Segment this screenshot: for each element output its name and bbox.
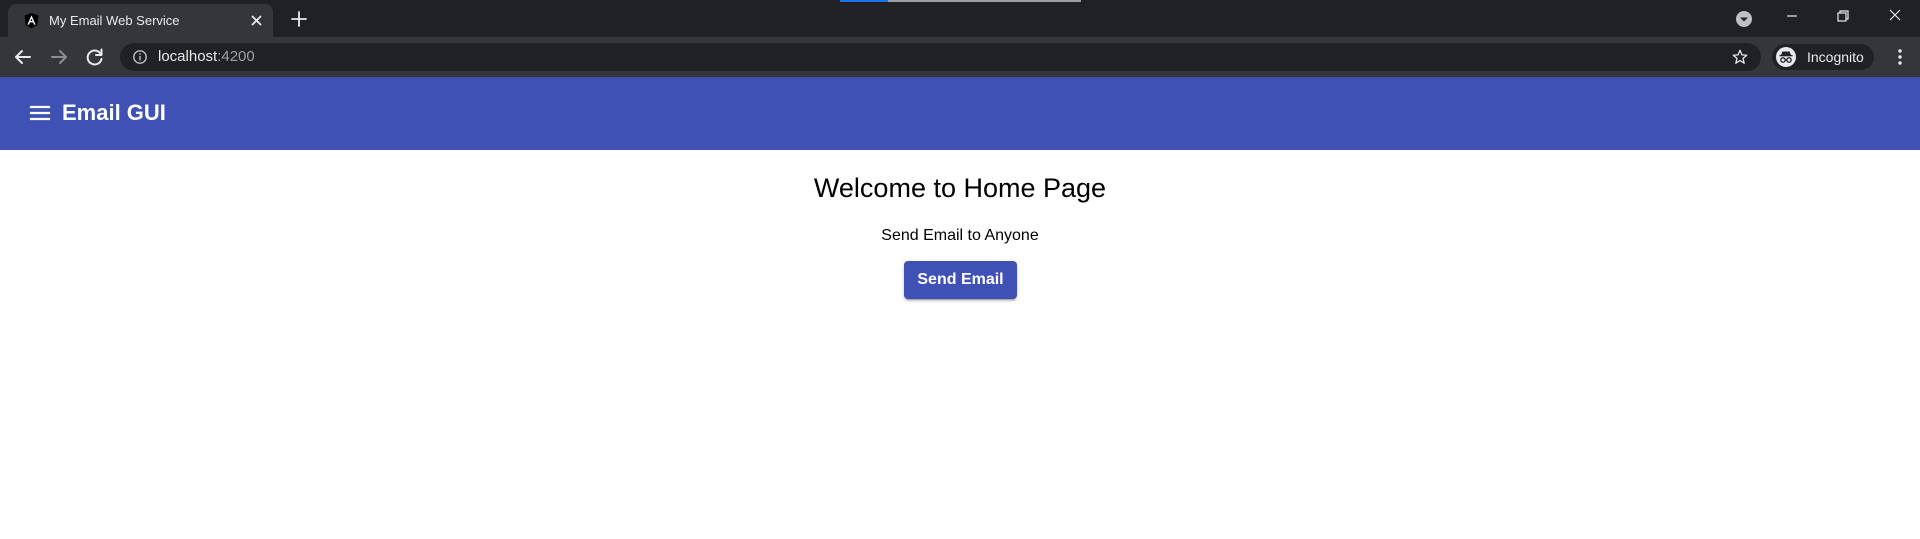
app-title: Email GUI — [62, 100, 166, 125]
info-icon[interactable] — [132, 49, 148, 65]
hamburger-menu-icon[interactable] — [28, 101, 52, 125]
angular-logo-icon — [24, 13, 39, 29]
app-toolbar: Email GUI — [0, 77, 1920, 150]
browser-tabstrip: My Email Web Service — [0, 0, 1920, 37]
browser-tab-active[interactable]: My Email Web Service — [8, 4, 273, 37]
minimize-icon[interactable] — [1780, 4, 1804, 28]
restore-icon[interactable] — [1831, 4, 1855, 28]
star-icon[interactable] — [1731, 48, 1749, 66]
back-arrow-icon[interactable] — [11, 45, 35, 69]
url-text: localhost:4200 — [158, 48, 255, 66]
browser-toolbar: localhost:4200 Incognito — [0, 37, 1920, 77]
url-host: localhost — [158, 48, 218, 65]
loading-indicator — [840, 0, 888, 2]
reload-icon[interactable] — [83, 45, 107, 69]
url-port: :4200 — [217, 48, 255, 65]
loading-indicator-track — [888, 0, 1081, 2]
address-bar[interactable]: localhost:4200 — [120, 43, 1761, 71]
tab-search-icon[interactable] — [1732, 7, 1756, 31]
forward-arrow-icon[interactable] — [47, 45, 71, 69]
send-email-button[interactable]: Send Email — [904, 261, 1017, 299]
tab-title: My Email Web Service — [49, 13, 180, 28]
incognito-icon — [1779, 51, 1793, 63]
incognito-profile-button[interactable]: Incognito — [1772, 44, 1874, 70]
page-subtitle: Send Email to Anyone — [881, 227, 1039, 244]
window-close-icon[interactable] — [1883, 4, 1907, 28]
incognito-avatar — [1776, 47, 1796, 67]
close-icon[interactable] — [248, 12, 265, 29]
more-vert-icon[interactable] — [1888, 45, 1912, 69]
page-title: Welcome to Home Page — [813, 173, 1107, 203]
incognito-label: Incognito — [1807, 49, 1864, 65]
plus-icon[interactable] — [288, 8, 310, 30]
